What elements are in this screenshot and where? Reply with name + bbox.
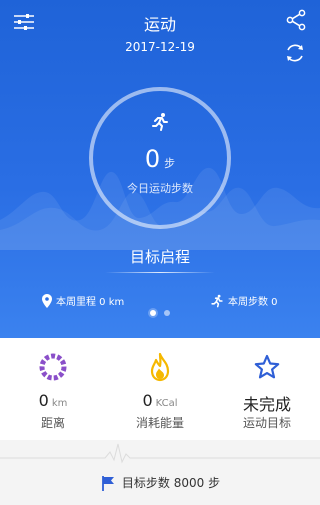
- goal-steps-label: 目标步数 8000 步: [121, 476, 221, 490]
- page-title: 运动: [143, 15, 176, 34]
- sync-button[interactable]: [282, 40, 308, 66]
- stat-calories-value: 0: [142, 391, 153, 410]
- stat-goal-value: 未完成: [242, 395, 291, 414]
- running-person-icon: [150, 112, 170, 136]
- goal-title[interactable]: 目标启程: [0, 246, 320, 267]
- page-indicator: [0, 310, 320, 316]
- goal-steps: 目标步数 8000 步: [0, 474, 320, 491]
- location-pin-icon: [42, 293, 52, 308]
- top-bar: 运动: [0, 0, 320, 44]
- stat-calories-label: 消耗能量: [135, 416, 184, 430]
- stat-distance-label: 距离: [40, 416, 65, 430]
- week-steps-label: 本周步数 0: [228, 297, 278, 308]
- running-person-small-icon: [211, 294, 223, 307]
- hero-panel: 运动 2017-12-19 0 步 今日运动步数 目标启程 本周里程 0 km …: [0, 0, 320, 338]
- today-steps-label: 今日运动步数: [127, 182, 193, 195]
- stat-calories-unit: KCal: [155, 398, 178, 409]
- pulse-line-decoration: [0, 443, 320, 464]
- steps-ring-content: 0步 今日运动步数: [89, 87, 231, 229]
- flag-icon: [102, 475, 114, 491]
- week-distance: 本周里程 0 km: [42, 293, 124, 308]
- week-steps: 本周步数 0: [210, 293, 278, 308]
- goal-steps-bar[interactable]: 目标步数 8000 步: [0, 440, 320, 505]
- stat-distance-value-row: 0 km: [0, 391, 106, 410]
- stat-goal-label: 运动目标: [242, 416, 291, 430]
- today-steps: 0步: [89, 145, 231, 173]
- today-steps-value: 0: [144, 145, 161, 173]
- page-dot-2[interactable]: [164, 310, 170, 316]
- ring-progress-icon: [38, 352, 68, 382]
- flame-icon: [145, 352, 175, 382]
- sync-icon: [287, 44, 303, 62]
- goal-divider: [105, 272, 215, 273]
- week-distance-label: 本周里程 0 km: [56, 297, 125, 308]
- stat-distance-unit: km: [51, 398, 68, 409]
- star-icon: [252, 352, 282, 382]
- share-icon: [286, 9, 306, 31]
- stat-calories-value-row: 0 KCal: [107, 391, 213, 410]
- date-label: 2017-12-19: [125, 40, 195, 54]
- share-button[interactable]: [284, 8, 308, 32]
- page-dot-1[interactable]: [150, 310, 156, 316]
- stat-distance-value: 0: [38, 391, 49, 410]
- today-steps-unit: 步: [164, 157, 176, 170]
